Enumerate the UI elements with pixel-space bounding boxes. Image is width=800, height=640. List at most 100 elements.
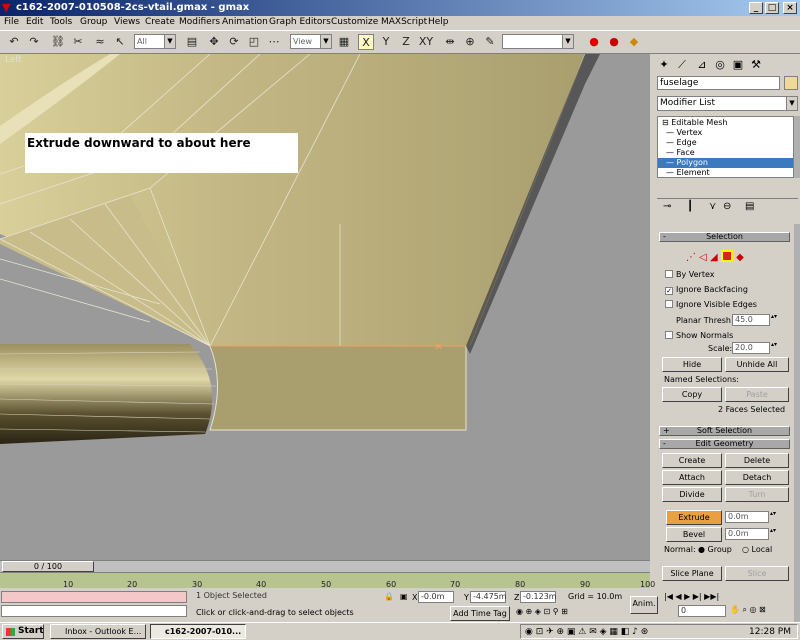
align-icon[interactable]: ⊕ [462, 34, 478, 50]
crossing-icon[interactable]: ⋯ [266, 34, 282, 50]
stack-item-edge[interactable]: — Edge [658, 138, 793, 148]
quick-render-icon[interactable]: ◆ [626, 34, 642, 50]
menu-group[interactable]: Group [80, 17, 107, 27]
reference-coord-dropdown[interactable]: View ▼ [290, 34, 332, 49]
polygon-mode-icon[interactable] [720, 250, 733, 262]
select-by-name-icon[interactable]: ▤ [184, 34, 200, 50]
close-button[interactable]: × [783, 2, 797, 14]
x-coord-field[interactable]: -0.0m [418, 591, 454, 603]
menu-modifiers[interactable]: Modifiers [179, 17, 220, 27]
group-radio[interactable]: ● Group [698, 545, 732, 554]
maxscript-listener-pink[interactable] [1, 591, 187, 603]
menu-maxscript[interactable]: MAXScript [381, 17, 427, 27]
current-frame-field[interactable]: 0 [678, 605, 726, 617]
make-unique-icon[interactable]: ⋎ [709, 201, 716, 212]
select-object-icon[interactable]: ↖ [112, 34, 128, 50]
menu-file[interactable]: File [4, 17, 19, 27]
ignore-backfacing-checkbox[interactable]: ✓ Ignore Backfacing [665, 285, 748, 295]
mirror-icon[interactable]: ⇹ [442, 34, 458, 50]
pin-stack-icon[interactable]: ⊸ [663, 201, 671, 212]
scale-icon[interactable]: ◰ [246, 34, 262, 50]
local-radio[interactable]: ○ Local [742, 545, 772, 554]
pivot-center-icon[interactable]: ▦ [336, 34, 352, 50]
move-icon[interactable]: ✥ [206, 34, 222, 50]
selection-rollout-header[interactable]: - Selection [659, 232, 790, 242]
unhide-all-button[interactable]: Unhide All [725, 357, 789, 372]
utilities-tab-icon[interactable]: ⚒ [748, 57, 764, 73]
start-button[interactable]: Start [2, 624, 44, 639]
key-mode-icon[interactable]: ◉ ⊕ ◈ ⊡ ⚲ ⊞ [516, 607, 568, 616]
viewport-nav-icons[interactable]: ✋ ⌕ ◎ ⊠ [730, 605, 766, 615]
restrict-y-icon[interactable]: Y [378, 34, 394, 50]
track-bar[interactable]: 10 20 30 40 50 60 70 80 90 100 [0, 572, 655, 589]
divide-button[interactable]: Divide [662, 487, 722, 502]
render-icon[interactable]: ● [606, 34, 622, 50]
slice-button[interactable]: Slice [725, 566, 789, 581]
menu-views[interactable]: Views [114, 17, 140, 27]
undo-icon[interactable]: ↶ [6, 34, 22, 50]
time-slider[interactable]: 0 / 100 [0, 560, 650, 572]
time-slider-thumb[interactable]: 0 / 100 [2, 561, 94, 572]
show-end-result-icon[interactable]: ┃ [687, 201, 693, 212]
redo-icon[interactable]: ↷ [26, 34, 42, 50]
taskbar-item-outlook[interactable]: Inbox - Outlook E... [50, 624, 146, 639]
attach-button[interactable]: Attach [662, 470, 722, 485]
stack-item-polygon[interactable]: — Polygon [658, 158, 793, 168]
stack-item-element[interactable]: — Element [658, 168, 793, 178]
select-link-icon[interactable]: ⛓ [50, 34, 66, 50]
menu-graph-editors[interactable]: Graph Editors [269, 17, 331, 27]
menu-customize[interactable]: Customize [331, 17, 378, 27]
slice-plane-button[interactable]: Slice Plane [662, 566, 722, 581]
bevel-amount-spinner[interactable]: 0.0m [725, 528, 776, 540]
snap-icon[interactable]: ✎ [482, 34, 498, 50]
hierarchy-tab-icon[interactable]: ⊿ [694, 57, 710, 73]
configure-sets-icon[interactable]: ▤ [745, 201, 754, 212]
modify-tab-icon[interactable]: ⟋ [674, 57, 690, 73]
by-vertex-checkbox[interactable]: By Vertex [665, 270, 714, 279]
object-color-swatch[interactable] [784, 76, 798, 90]
rotate-icon[interactable]: ⟳ [226, 34, 242, 50]
object-name-field[interactable]: fuselage [657, 76, 780, 90]
menu-animation[interactable]: Animation [222, 17, 268, 27]
show-normals-checkbox[interactable]: Show Normals [665, 331, 733, 340]
turn-button[interactable]: Turn [725, 487, 789, 502]
stack-scrollbar[interactable] [794, 116, 800, 178]
extrude-button[interactable]: Extrude [666, 510, 722, 525]
copy-button[interactable]: Copy [662, 387, 722, 402]
tray-icons[interactable]: ◉ ⊡ ✈ ⊕ ▣ ⚠ ✉ ◈ ▦ ◧ ♪ ⊛ [525, 627, 648, 637]
z-coord-field[interactable]: -0.123m [520, 591, 557, 603]
menu-tools[interactable]: Tools [50, 17, 72, 27]
create-tab-icon[interactable]: ✦ [656, 57, 672, 73]
motion-tab-icon[interactable]: ◎ [712, 57, 728, 73]
animate-button[interactable]: Anim. [630, 596, 658, 614]
ignore-visible-edges-checkbox[interactable]: Ignore Visible Edges [665, 300, 757, 309]
detach-button[interactable]: Detach [725, 470, 789, 485]
command-panel-scrollbar[interactable] [794, 224, 800, 634]
unlink-icon[interactable]: ✂ [70, 34, 86, 50]
gmax-app-icon[interactable]: ▼ [2, 2, 14, 14]
extrude-amount-spinner[interactable]: 0.0m [725, 511, 776, 523]
add-time-tag-button[interactable]: Add Time Tag [450, 606, 510, 621]
restrict-xy-icon[interactable]: XY [418, 34, 434, 50]
menu-help[interactable]: Help [428, 17, 449, 27]
edit-geometry-rollout-header[interactable]: - Edit Geometry [659, 439, 790, 449]
modifier-list-dropdown[interactable]: Modifier List ▼ [657, 96, 798, 111]
display-tab-icon[interactable]: ▣ [730, 57, 746, 73]
material-editor-icon[interactable]: ● [586, 34, 602, 50]
restrict-x-icon[interactable]: X [358, 34, 374, 50]
hide-button[interactable]: Hide [662, 357, 722, 372]
menu-create[interactable]: Create [145, 17, 175, 27]
paste-button[interactable]: Paste [725, 387, 789, 402]
viewport-label[interactable]: Left [5, 55, 22, 65]
named-selection-dropdown[interactable]: ▼ [502, 34, 574, 49]
soft-selection-rollout-header[interactable]: + Soft Selection [659, 426, 790, 436]
left-viewport[interactable]: ✕ Left Extrude downward to about here [0, 54, 650, 560]
menu-edit[interactable]: Edit [26, 17, 43, 27]
minimize-button[interactable]: _ [749, 2, 763, 14]
stack-item-editable-mesh[interactable]: ⊟ Editable Mesh [658, 118, 793, 128]
absolute-mode-icon[interactable]: ▣ [400, 592, 408, 601]
create-button[interactable]: Create [662, 453, 722, 468]
bevel-button[interactable]: Bevel [666, 527, 722, 542]
y-coord-field[interactable]: -4.475m [470, 591, 507, 603]
maximize-button[interactable]: □ [765, 2, 779, 14]
